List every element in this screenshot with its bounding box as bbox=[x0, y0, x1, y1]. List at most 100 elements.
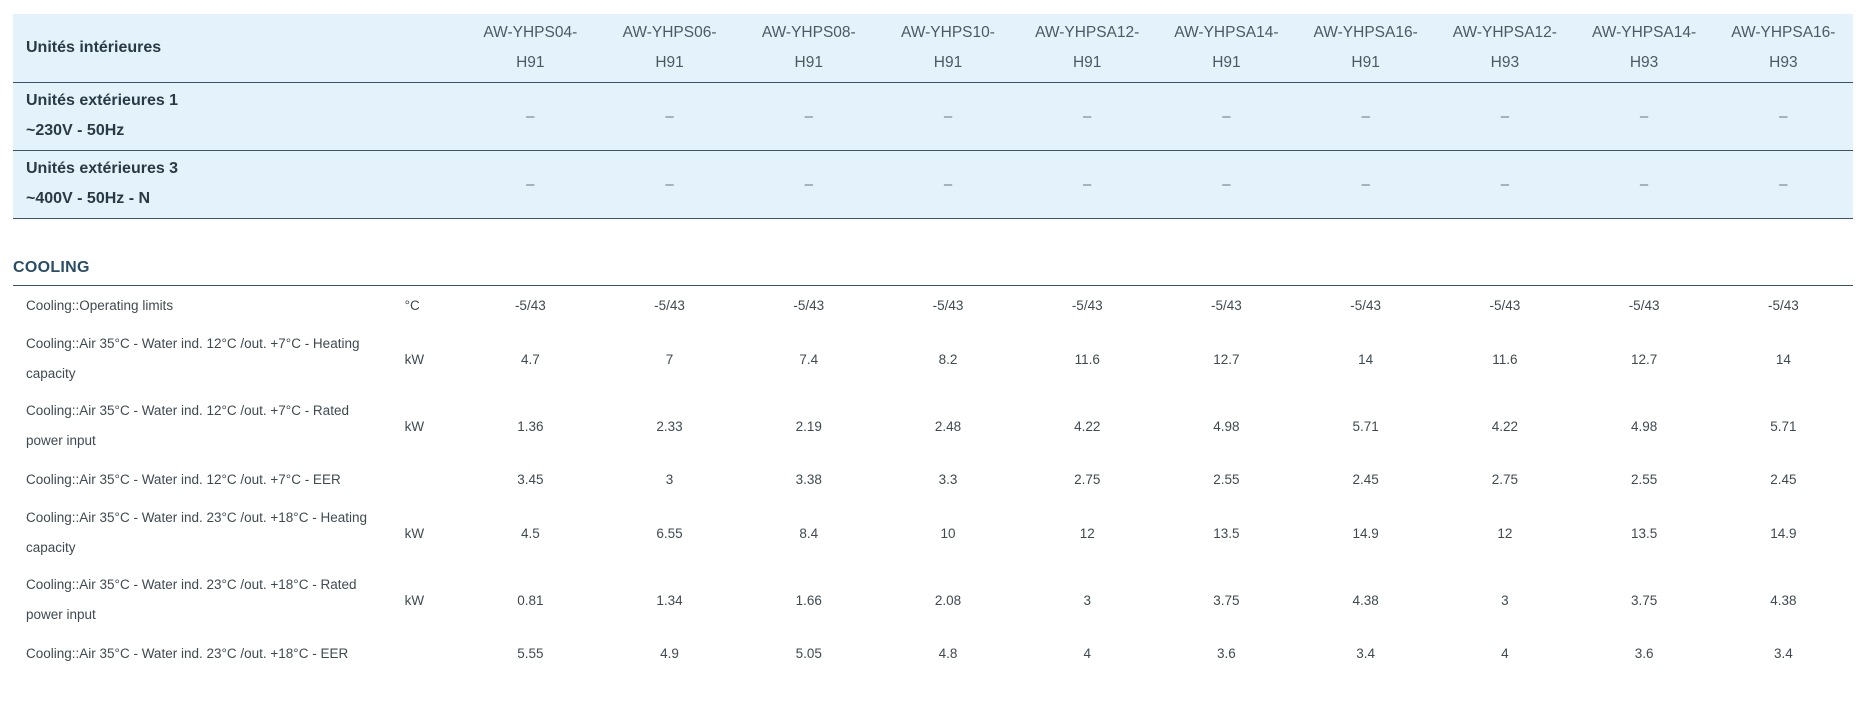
spec-name: Cooling::Air 35°C - Water ind. 23°C /out… bbox=[13, 500, 399, 567]
availability-cell: – bbox=[1156, 150, 1297, 219]
spec-value: 4.98 bbox=[1213, 418, 1240, 434]
model-name-line1: AW-YHPS06- bbox=[622, 23, 717, 41]
model-name-line2: H91 bbox=[1212, 53, 1241, 71]
spec-value: 4.38 bbox=[1770, 592, 1797, 608]
outdoor-units-label: Unités extérieures 3 ~400V - 50Hz - N bbox=[13, 150, 461, 219]
model-header: AW-YHPSA16- H91 bbox=[1296, 14, 1436, 83]
model-name-line2: H91 bbox=[1072, 53, 1102, 71]
spec-value: 11.6 bbox=[1074, 351, 1100, 367]
availability-cell: – bbox=[1435, 150, 1575, 219]
spec-value: -5/43 bbox=[1628, 298, 1660, 313]
availability-cell: – bbox=[878, 150, 1018, 219]
spec-value: 13.5 bbox=[1213, 525, 1240, 541]
availability-cell: – bbox=[460, 82, 600, 151]
model-name-line2: H91 bbox=[794, 53, 823, 71]
spec-unit: kW bbox=[404, 351, 425, 367]
outdoor-units-power: ~230V - 50Hz bbox=[26, 122, 125, 139]
spec-value: 4.7 bbox=[520, 351, 540, 367]
spec-value: 1.66 bbox=[795, 592, 822, 608]
spec-value: 3.4 bbox=[1356, 646, 1376, 661]
spec-name-line: power input bbox=[26, 433, 96, 448]
spec-value: 8.2 bbox=[938, 351, 958, 367]
model-header: AW-YHPSA14- H91 bbox=[1156, 14, 1297, 83]
outdoor-units-power: ~400V - 50Hz - N bbox=[26, 190, 151, 207]
model-name-line2: H93 bbox=[1629, 53, 1659, 71]
model-name-line1: AW-YHPS04- bbox=[483, 23, 578, 41]
spec-value: 4.22 bbox=[1074, 418, 1101, 434]
spec-unit: kW bbox=[404, 592, 425, 608]
spec-sheet: Unités intérieures AW-YHPS04- H91 AW-YHPS06… bbox=[13, 14, 1853, 674]
spec-value: 4.8 bbox=[938, 646, 958, 661]
spec-value: 3.45 bbox=[517, 472, 544, 487]
spec-value: 3.6 bbox=[1634, 646, 1654, 661]
spec-value: 2.45 bbox=[1352, 472, 1379, 487]
spec-value: 3.38 bbox=[795, 472, 822, 487]
spec-value: -5/43 bbox=[654, 298, 685, 313]
spec-value: 3.75 bbox=[1213, 592, 1240, 608]
spec-name: Cooling::Air 35°C - Water ind. 23°C /out… bbox=[13, 634, 399, 674]
spec-value: 12 bbox=[1497, 525, 1513, 541]
spec-value: 4.22 bbox=[1491, 418, 1518, 434]
spec-unit: kW bbox=[404, 525, 425, 541]
spec-value: 2.48 bbox=[934, 418, 962, 434]
spec-value: 3.75 bbox=[1630, 592, 1658, 608]
spec-value: 3.6 bbox=[1217, 646, 1236, 661]
cooling-spec-table: Cooling::Operating limits °C -5/43 -5/43 -5/… bbox=[13, 286, 1853, 674]
spec-name: Cooling::Operating limits bbox=[13, 286, 399, 326]
spec-row: Cooling::Air 35°C - Water ind. 12°C /out… bbox=[13, 393, 1853, 460]
model-name-line1: AW-YHPSA12- bbox=[1035, 23, 1140, 41]
spec-value: 14 bbox=[1775, 351, 1791, 367]
model-name-line1: AW-YHPSA12- bbox=[1452, 23, 1557, 41]
spec-value: 5.71 bbox=[1770, 418, 1797, 434]
model-name-line1: AW-YHPSA16- bbox=[1731, 23, 1836, 41]
spec-value: 2.19 bbox=[795, 418, 822, 434]
spec-row: Cooling::Air 35°C - Water ind. 12°C /out… bbox=[13, 460, 1853, 500]
model-name-line1: AW-YHPSA14- bbox=[1174, 23, 1279, 41]
spec-value: 10 bbox=[940, 525, 956, 541]
spec-value: 7.4 bbox=[799, 351, 819, 367]
spec-value: 2.75 bbox=[1491, 472, 1518, 487]
spec-value: -5/43 bbox=[1767, 298, 1799, 313]
model-header: AW-YHPS06- H91 bbox=[599, 14, 740, 83]
availability-cell: – bbox=[599, 82, 740, 151]
outdoor-units-label: Unités extérieures 1 ~230V - 50Hz bbox=[13, 82, 461, 151]
model-name-line1: AW-YHPSA16- bbox=[1313, 23, 1418, 41]
availability-cell: – bbox=[1574, 82, 1714, 151]
spec-value: 4.38 bbox=[1352, 592, 1379, 608]
spec-value: 1.36 bbox=[517, 418, 544, 434]
spec-unit bbox=[399, 634, 461, 674]
availability-cell: – bbox=[1713, 82, 1853, 151]
spec-value: 3.4 bbox=[1773, 646, 1793, 661]
spec-value: 12.7 bbox=[1213, 351, 1240, 367]
spec-value: 2.08 bbox=[934, 592, 962, 608]
spec-name-line: Cooling::Air 35°C - Water ind. 12°C /out… bbox=[26, 403, 349, 418]
spec-name-line: Cooling::Air 35°C - Water ind. 23°C /out… bbox=[26, 645, 349, 661]
spec-name-line: Cooling::Air 35°C - Water ind. 12°C /out… bbox=[26, 471, 341, 487]
spec-value: 2.45 bbox=[1770, 472, 1797, 487]
model-name-line2: H91 bbox=[933, 53, 963, 71]
availability-cell: – bbox=[1156, 82, 1297, 151]
spec-value: 4 bbox=[1501, 646, 1509, 661]
availability-cell: – bbox=[878, 82, 1018, 151]
spec-value: 13.5 bbox=[1630, 525, 1658, 541]
spec-row: Cooling::Air 35°C - Water ind. 23°C /out… bbox=[13, 634, 1853, 674]
spec-value: 3 bbox=[1501, 592, 1509, 608]
spec-name: Cooling::Air 35°C - Water ind. 12°C /out… bbox=[13, 460, 399, 500]
indoor-units-label: Unités intérieures bbox=[13, 14, 461, 83]
model-name-line1: AW-YHPS10- bbox=[901, 23, 995, 41]
spec-unit bbox=[399, 460, 461, 500]
availability-cell: – bbox=[1574, 150, 1714, 219]
header-row: Unités intérieures AW-YHPS04- H91 AW-YHPS06… bbox=[13, 14, 1853, 83]
model-header: AW-YHPSA12- H93 bbox=[1435, 14, 1575, 83]
spec-name-line: Cooling::Air 35°C - Water ind. 12°C /out… bbox=[26, 336, 360, 351]
spec-value: -5/43 bbox=[932, 298, 964, 313]
spec-unit: kW bbox=[404, 418, 425, 434]
spec-row: Cooling::Air 35°C - Water ind. 23°C /out… bbox=[13, 567, 1853, 634]
model-header: AW-YHPS10- H91 bbox=[878, 14, 1018, 83]
spec-name-line: Cooling::Air 35°C - Water ind. 23°C /out… bbox=[26, 510, 367, 525]
spec-value: 2.33 bbox=[656, 418, 683, 434]
spec-value: 5.05 bbox=[795, 646, 822, 661]
spec-value: 11.6 bbox=[1492, 351, 1518, 367]
availability-cell: – bbox=[1017, 150, 1157, 219]
availability-cell: – bbox=[739, 150, 879, 219]
